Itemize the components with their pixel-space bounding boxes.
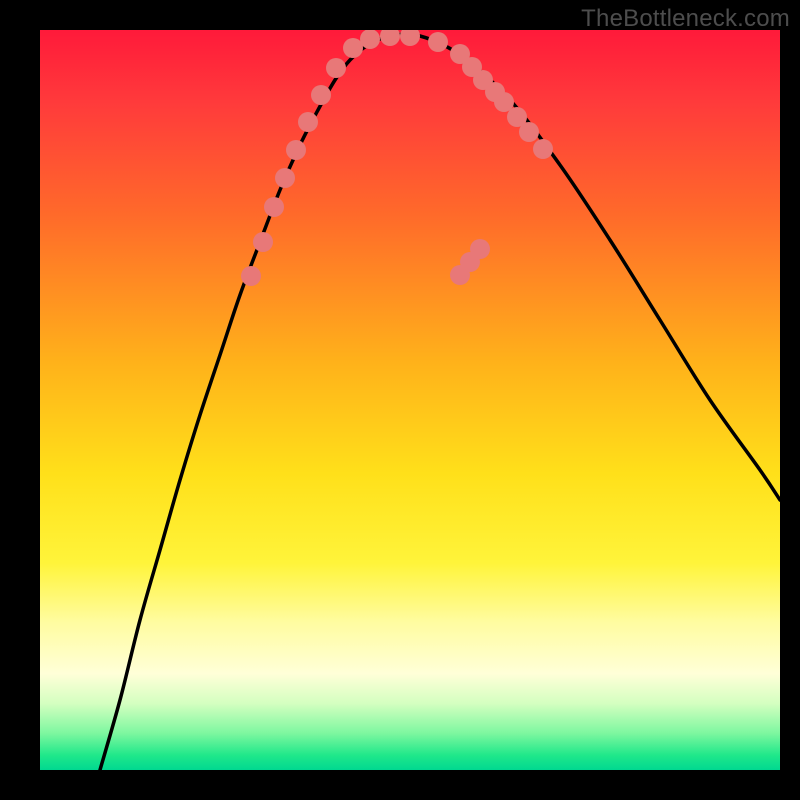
- data-point: [286, 140, 306, 160]
- data-point: [275, 168, 295, 188]
- data-point: [428, 32, 448, 52]
- chart-frame: TheBottleneck.com: [0, 0, 800, 800]
- data-markers: [241, 30, 553, 286]
- data-point: [298, 112, 318, 132]
- data-point: [380, 30, 400, 46]
- data-point: [470, 239, 490, 259]
- data-point: [533, 139, 553, 159]
- data-point: [326, 58, 346, 78]
- data-point: [343, 38, 363, 58]
- data-point: [519, 122, 539, 142]
- watermark-text: TheBottleneck.com: [581, 5, 790, 33]
- data-point: [241, 266, 261, 286]
- plot-area: [40, 30, 780, 770]
- data-point: [253, 232, 273, 252]
- curve-svg: [40, 30, 780, 770]
- data-point: [360, 30, 380, 49]
- data-point: [400, 30, 420, 46]
- bottleneck-curve: [100, 34, 780, 770]
- data-point: [311, 85, 331, 105]
- data-point: [264, 197, 284, 217]
